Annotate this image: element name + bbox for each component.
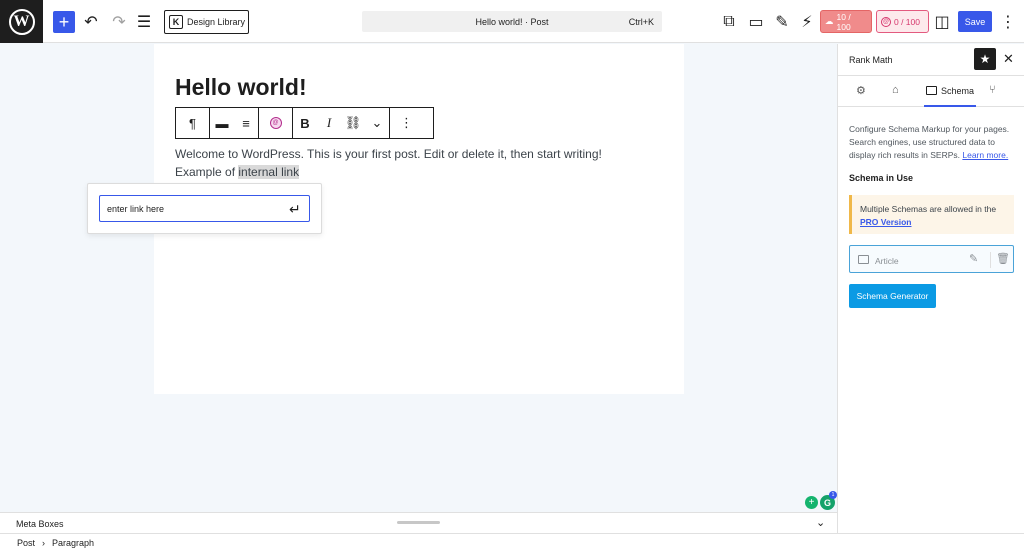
seo-score-badge[interactable]: ☁ 10 / 100: [820, 10, 872, 33]
italic-icon[interactable]: I: [317, 108, 341, 138]
design-library-button[interactable]: K Design Library: [164, 10, 249, 34]
tab-general-settings-icon[interactable]: ⚙: [856, 84, 866, 97]
schema-description: Configure Schema Markup for your pages. …: [849, 123, 1017, 162]
content-ai-score-value: 0 / 100: [894, 16, 920, 27]
align-wide-icon[interactable]: ▬: [210, 108, 234, 138]
rank-math-sidebar: Rank Math ★ ✕ ⚙ ⌂ Schema ⑂ Configure Sch…: [837, 44, 1024, 533]
schema-item-label: Article: [875, 256, 899, 266]
post-title[interactable]: Hello world!: [175, 74, 307, 101]
align-left-icon[interactable]: ≡: [234, 108, 258, 138]
link-popover: ↵: [87, 183, 322, 234]
breadcrumb: Post › Paragraph: [17, 538, 94, 548]
design-library-label: Design Library: [187, 17, 246, 27]
settings-sidebar-icon[interactable]: ◫: [934, 10, 949, 33]
tab-advanced-icon[interactable]: ⌂: [892, 84, 899, 96]
rank-math-group: @: [259, 108, 293, 138]
schema-generator-button[interactable]: Schema Generator: [849, 284, 936, 308]
sidebar-tabs: ⚙ ⌂ Schema ⑂: [838, 76, 1024, 107]
block-breadcrumb-footer: Post › Paragraph: [0, 533, 1024, 550]
close-icon[interactable]: ✕: [1003, 51, 1014, 67]
kadence-icon: K: [169, 15, 183, 29]
pro-notice: Multiple Schemas are allowed in the PRO …: [849, 195, 1014, 234]
tab-schema-label: Schema: [940, 85, 975, 96]
schema-in-use-heading: Schema in Use: [849, 173, 914, 183]
pro-version-link[interactable]: PRO Version: [860, 217, 912, 227]
schema-item-icon: [858, 255, 869, 264]
block-toolbar: ¶ ▬ ≡ @ B I ⛓ ⌄ ⋮: [175, 107, 434, 139]
selected-link-text[interactable]: internal link: [238, 165, 300, 179]
pro-notice-text: Multiple Schemas are allowed in the: [860, 204, 997, 214]
chevron-down-icon[interactable]: ⌄: [365, 108, 389, 138]
link-icon[interactable]: ⛓: [341, 108, 365, 138]
breadcrumb-paragraph[interactable]: Paragraph: [52, 538, 94, 548]
seo-score-icon: ☁: [825, 16, 834, 26]
edit-schema-icon[interactable]: ✎: [969, 252, 978, 265]
sidebar-header: Rank Math ★ ✕: [838, 44, 1024, 76]
more-options-icon[interactable]: ⋮: [1000, 10, 1016, 33]
schema-item-divider: [990, 252, 991, 268]
bold-icon[interactable]: B: [293, 108, 317, 138]
chevron-down-icon[interactable]: ⌄: [816, 516, 825, 529]
wordpress-logo-button[interactable]: W: [0, 0, 43, 43]
tab-schema[interactable]: Schema: [924, 76, 976, 107]
paragraph-icon[interactable]: ¶: [176, 108, 209, 138]
shortcut-hint: Ctrl+K: [628, 17, 654, 27]
breadcrumb-post[interactable]: Post: [17, 538, 35, 548]
list-view-icon[interactable]: ☰: [136, 10, 152, 33]
learn-more-link[interactable]: Learn more.: [962, 150, 1008, 160]
redo-icon[interactable]: ↷: [110, 10, 128, 33]
resize-handle[interactable]: [397, 521, 440, 524]
block-options-icon[interactable]: ⋮: [390, 108, 423, 138]
grammarly-add-icon[interactable]: +: [805, 496, 818, 509]
rank-math-link-button[interactable]: @: [259, 108, 292, 138]
options-group: ⋮: [390, 108, 423, 138]
submit-link-icon[interactable]: ↵: [289, 201, 301, 218]
view-post-icon[interactable]: ⧉: [722, 10, 736, 33]
schema-item-article[interactable]: Article ✎ 🗑: [849, 245, 1014, 273]
delete-schema-icon[interactable]: 🗑: [996, 252, 1010, 265]
editor-topbar: W + ↶ ↷ ☰ K Design Library Hello world! …: [0, 0, 1024, 43]
meta-boxes-bar[interactable]: Meta Boxes ⌄: [0, 512, 837, 533]
formatting-group: B I ⛓ ⌄: [293, 108, 390, 138]
save-button[interactable]: Save: [958, 11, 992, 32]
command-palette-bar[interactable]: Hello world! · Post Ctrl+K: [362, 11, 662, 32]
wordpress-logo-icon: W: [8, 8, 35, 35]
alignment-group: ▬ ≡: [210, 108, 259, 138]
add-block-button[interactable]: +: [53, 11, 75, 33]
breadcrumb-separator-icon: ›: [42, 538, 46, 548]
document-title: Hello world! · Post: [475, 17, 549, 27]
schema-icon: [925, 86, 937, 95]
content-ai-score-badge[interactable]: @ 0 / 100: [876, 10, 929, 33]
sidebar-title: Rank Math: [849, 55, 893, 65]
content-ai-icon: @: [881, 16, 891, 27]
link-url-input[interactable]: [99, 195, 310, 222]
block-type-group: ¶: [176, 108, 210, 138]
paragraph-block[interactable]: Welcome to WordPress. This is your first…: [175, 145, 645, 181]
meta-boxes-label: Meta Boxes: [16, 519, 64, 529]
tab-social-icon[interactable]: ⑂: [989, 84, 996, 96]
edit-mode-icon[interactable]: ✎: [773, 10, 791, 33]
grammarly-count-badge: 1: [829, 491, 837, 499]
rank-math-icon: @: [269, 117, 282, 129]
pin-star-icon[interactable]: ★: [974, 48, 996, 70]
speed-optimizer-icon[interactable]: ⚡: [799, 10, 815, 33]
preview-icon[interactable]: ▭: [748, 10, 764, 33]
seo-score-value: 10 / 100: [836, 11, 851, 32]
undo-icon[interactable]: ↶: [82, 10, 100, 33]
